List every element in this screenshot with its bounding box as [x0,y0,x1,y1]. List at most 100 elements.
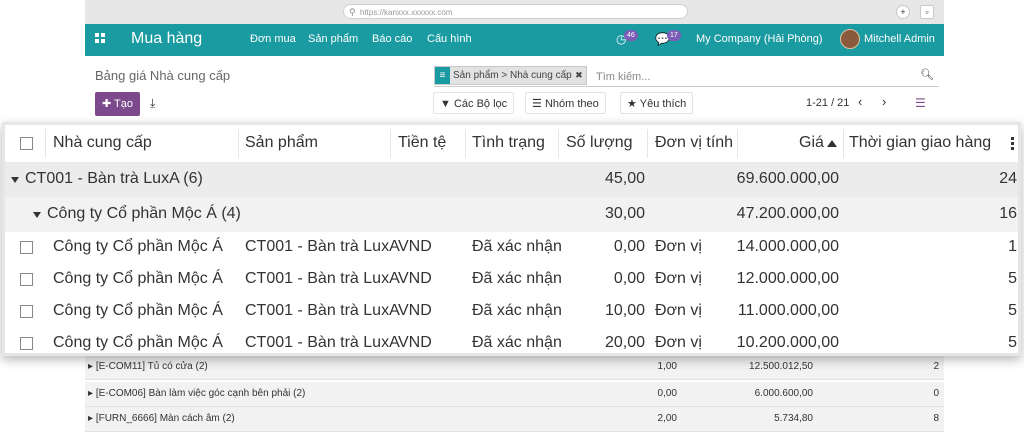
group-lead: 8 [933,413,939,424]
group-price: 47.200.000,00 [736,205,839,222]
table-row[interactable]: Công ty Cổ phần Mộc Á CT001 - Bàn trà Lu… [5,296,1018,329]
group-label: CT001 - Bàn trà LuxA (6) [25,170,203,187]
column-divider [465,129,466,158]
cell-vendor: Công ty Cổ phần Mộc Á [53,270,223,287]
filters-label: Các Bộ lọc [453,98,508,110]
group-label: Công ty Cổ phần Mộc Á (4) [47,205,241,222]
pager-value[interactable]: 1-21 / 21 [806,97,849,109]
group-row-vendor[interactable]: Công ty Cổ phần Mộc Á (4) 30,00 47.200.0… [5,197,1018,233]
app-title[interactable]: Mua hàng [131,30,202,48]
filter-icon: ▼ [440,98,451,110]
cell-lead: 5 [1008,302,1017,319]
group-lead: 0 [933,388,939,399]
create-button[interactable]: ✚ Tạo [95,92,140,116]
row-checkbox[interactable] [20,337,33,350]
column-options-icon[interactable] [1011,137,1014,152]
cell-lead: 5 [1008,270,1017,287]
group-row[interactable]: ▸ [E-COM11] Tủ có cửa (2) 1,00 12.500.01… [85,355,944,380]
column-divider [390,129,391,158]
table-row[interactable]: Công ty Cổ phần Mộc Á CT001 - Bàn trà Lu… [5,232,1018,265]
row-checkbox[interactable] [20,305,33,318]
cell-product: CT001 - Bàn trà LuxA [245,238,400,255]
header-lead[interactable]: Thời gian giao hàng [849,134,991,152]
avatar[interactable] [840,29,860,49]
column-divider [843,129,844,158]
groupby-icon: ≡ [435,67,450,84]
header-status[interactable]: Tình trạng [472,134,545,152]
download-icon[interactable]: ⤓ [150,96,155,111]
company-switcher[interactable]: My Company (Hải Phòng) [696,33,823,45]
list-icon: ☰ [532,98,542,110]
group-label: [FURN_6666] Màn cách âm (2) [95,413,235,424]
menu-orders[interactable]: Đơn mua [250,33,296,45]
breadcrumb: Bảng giá Nhà cung cấp [95,68,231,83]
cell-product: CT001 - Bàn trà LuxA [245,270,400,287]
column-divider [647,129,648,158]
group-row-product[interactable]: CT001 - Bàn trà LuxA (6) 45,00 69.600.00… [5,162,1018,198]
menu-configuration[interactable]: Cấu hình [427,33,472,45]
header-currency[interactable]: Tiền tệ [398,134,446,152]
group-label: [E-COM11] Tủ có cửa (2) [95,361,208,372]
group-price: 6.000.600,00 [754,388,813,399]
group-qty: 45,00 [604,170,645,187]
group-lead: 16 [999,205,1017,222]
column-divider [737,129,738,158]
cell-qty: 20,00 [604,334,645,351]
cell-uom: Đơn vị [655,238,702,255]
header-uom[interactable]: Đơn vị tính [655,134,733,152]
table-row[interactable]: Công ty Cổ phần Mộc Á CT001 - Bàn trà Lu… [5,264,1018,297]
search-facet[interactable]: ≡ Sản phẩm > Nhà cung cấp ✖ [434,66,587,85]
search-underline [434,86,939,87]
search-input[interactable] [596,69,896,84]
group-row[interactable]: ▸ [FURN_6666] Màn cách âm (2) 2,00 5.734… [85,407,944,432]
apps-menu-icon[interactable] [95,33,106,44]
chevron-right-icon[interactable]: › [882,94,886,109]
cell-uom: Đơn vị [655,302,702,319]
cell-currency: VND [398,334,432,351]
group-qty: 1,00 [657,361,677,372]
table-row[interactable]: Công ty Cổ phần Mộc Á CT001 - Bàn trà Lu… [5,328,1018,353]
message-badge: 17 [667,30,681,41]
close-icon[interactable]: ✖ [575,67,583,84]
favorites-button[interactable]: ★ Yêu thích [620,92,694,114]
menu-products[interactable]: Sản phẩm [308,33,358,45]
header-vendor[interactable]: Nhà cung cấp [53,134,152,152]
search-icon: ⚲ [349,7,356,17]
search-icon[interactable]: 🔍︎ [920,68,934,81]
list-view-icon[interactable]: ☰ [915,96,926,110]
cell-price: 10.200.000,00 [736,334,839,351]
window-icon[interactable]: ▫ [920,5,934,19]
row-checkbox[interactable] [20,241,33,254]
select-all-checkbox[interactable] [20,137,33,150]
group-qty: 0,00 [657,388,677,399]
cell-qty: 10,00 [604,302,645,319]
cell-status: Đã xác nhận [472,334,562,351]
caret-down-icon [11,177,19,183]
cell-status: Đã xác nhận [472,302,562,319]
cell-currency: VND [398,302,432,319]
row-checkbox[interactable] [20,273,33,286]
groupby-button[interactable]: ☰ Nhóm theo [525,92,606,114]
group-row[interactable]: ▸ [E-COM06] Bàn làm việc góc cạnh bên ph… [85,382,944,407]
cell-price: 14.000.000,00 [736,238,839,255]
group-lead: 2 [933,361,939,372]
cell-product: CT001 - Bàn trà LuxA [245,334,400,351]
cell-currency: VND [398,238,432,255]
column-divider [45,129,46,158]
chevron-left-icon[interactable]: ‹ [858,94,862,109]
caret-right-icon: ▸ [88,413,96,424]
column-divider [558,129,559,158]
group-price: 5.734,80 [774,413,813,424]
filters-button[interactable]: ▼ Các Bộ lọc [433,92,515,114]
add-tab-icon[interactable]: + [896,5,910,19]
user-menu[interactable]: Mitchell Admin [864,33,935,45]
header-price[interactable]: Giá [799,134,824,152]
create-label: Tạo [114,98,134,110]
cell-lead: 1 [1008,238,1017,255]
header-product[interactable]: Sản phẩm [245,134,318,152]
menu-reports[interactable]: Báo cáo [372,33,412,45]
cell-product: CT001 - Bàn trà LuxA [245,302,400,319]
group-price: 69.600.000,00 [736,170,839,187]
address-bar[interactable]: ⚲ https://kanxxx.xxxxxx.com [343,4,688,19]
header-qty[interactable]: Số lượng [566,134,633,152]
